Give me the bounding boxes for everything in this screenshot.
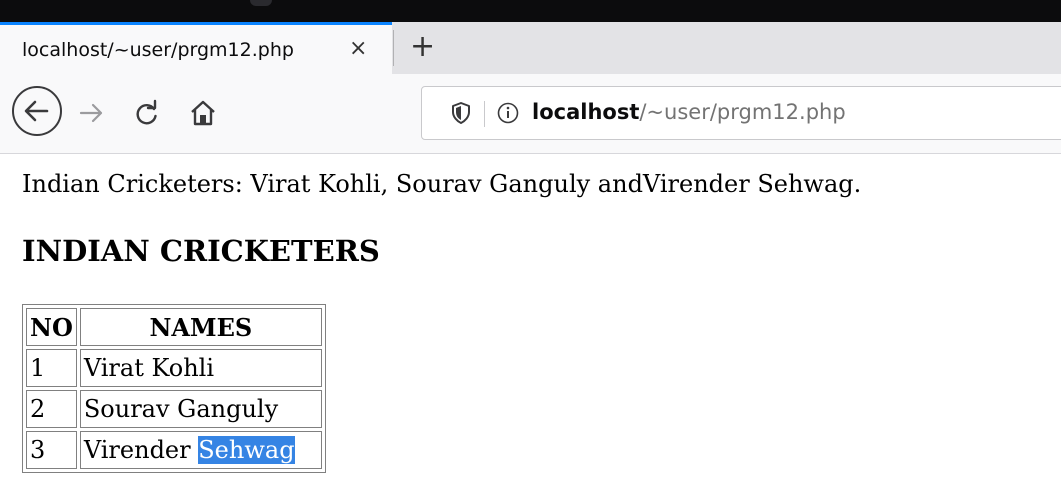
cell-name: Sourav Ganguly — [79, 390, 322, 428]
cell-no: 1 — [26, 349, 77, 387]
reload-button[interactable] — [132, 99, 162, 129]
forward-arrow-icon — [79, 103, 103, 123]
page-heading: INDIAN CRICKETERS — [22, 234, 380, 268]
navigation-toolbar: localhost/~user/prgm12.php — [0, 74, 1061, 154]
back-arrow-icon — [24, 100, 49, 122]
url-text[interactable]: localhost/~user/prgm12.php — [532, 100, 846, 124]
forward-button[interactable] — [76, 98, 106, 128]
tab-close-icon[interactable]: × — [349, 37, 367, 61]
tab-strip: localhost/~user/prgm12.php × + — [0, 22, 1061, 74]
shield-icon[interactable] — [450, 101, 472, 125]
cricketers-table: NO NAMES 1 Virat Kohli 2 Sourav Ganguly … — [22, 304, 326, 473]
intro-paragraph: Indian Cricketers: Virat Kohli, Sourav G… — [22, 170, 862, 198]
cell-no: 3 — [26, 431, 77, 469]
table-row: 3 Virender Sehwag — [26, 431, 322, 469]
cell-name-text: Virender — [83, 436, 199, 464]
cell-name: Virender Sehwag — [79, 431, 322, 469]
page-content: Indian Cricketers: Virat Kohli, Sourav G… — [0, 154, 1061, 482]
column-header-names: NAMES — [79, 308, 322, 346]
url-path: /~user/prgm12.php — [639, 100, 846, 124]
back-button[interactable] — [12, 86, 62, 136]
url-bar-separator — [484, 101, 485, 127]
window-titlebar — [0, 0, 1061, 22]
table-row: 1 Virat Kohli — [26, 349, 322, 387]
home-button[interactable] — [188, 98, 218, 128]
info-icon[interactable] — [496, 101, 520, 125]
column-header-no: NO — [26, 308, 77, 346]
titlebar-decoration — [250, 0, 272, 6]
new-tab-button[interactable]: + — [410, 30, 435, 64]
reload-icon — [136, 99, 157, 125]
tab-separator — [393, 30, 394, 66]
cell-name: Virat Kohli — [79, 349, 322, 387]
table-row: 2 Sourav Ganguly — [26, 390, 322, 428]
url-bar[interactable]: localhost/~user/prgm12.php — [421, 86, 1061, 140]
selected-text[interactable]: Sehwag — [198, 436, 295, 464]
tab-title: localhost/~user/prgm12.php — [22, 39, 294, 61]
home-icon — [191, 100, 215, 126]
cell-no: 2 — [26, 390, 77, 428]
table-header-row: NO NAMES — [26, 308, 322, 346]
tab-active[interactable]: localhost/~user/prgm12.php × — [0, 22, 392, 74]
url-host: localhost — [532, 100, 640, 124]
